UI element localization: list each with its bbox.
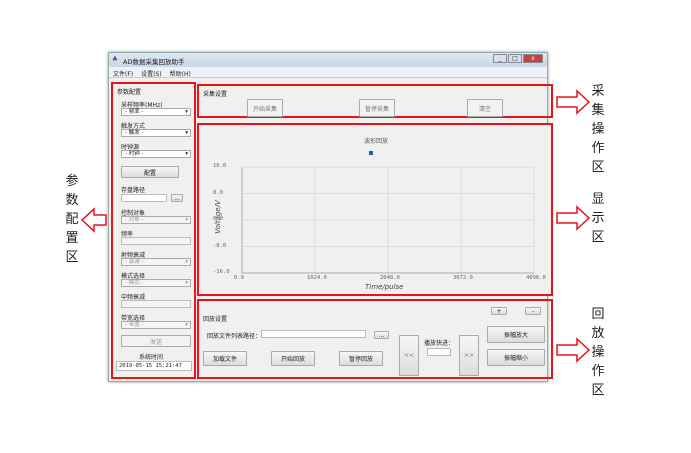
annotation-params: 参数配置区: [65, 174, 79, 265]
arrow-params: [80, 207, 107, 233]
arrow-display: [556, 205, 591, 231]
annotation-display: 显示区: [591, 192, 605, 245]
annotation-arrows: [80, 89, 591, 363]
annotation-playback: 回放操作区: [591, 307, 605, 398]
arrow-acquire: [556, 89, 591, 115]
arrow-playback: [556, 337, 591, 363]
annotation-acquire: 采集操作区: [591, 84, 605, 175]
